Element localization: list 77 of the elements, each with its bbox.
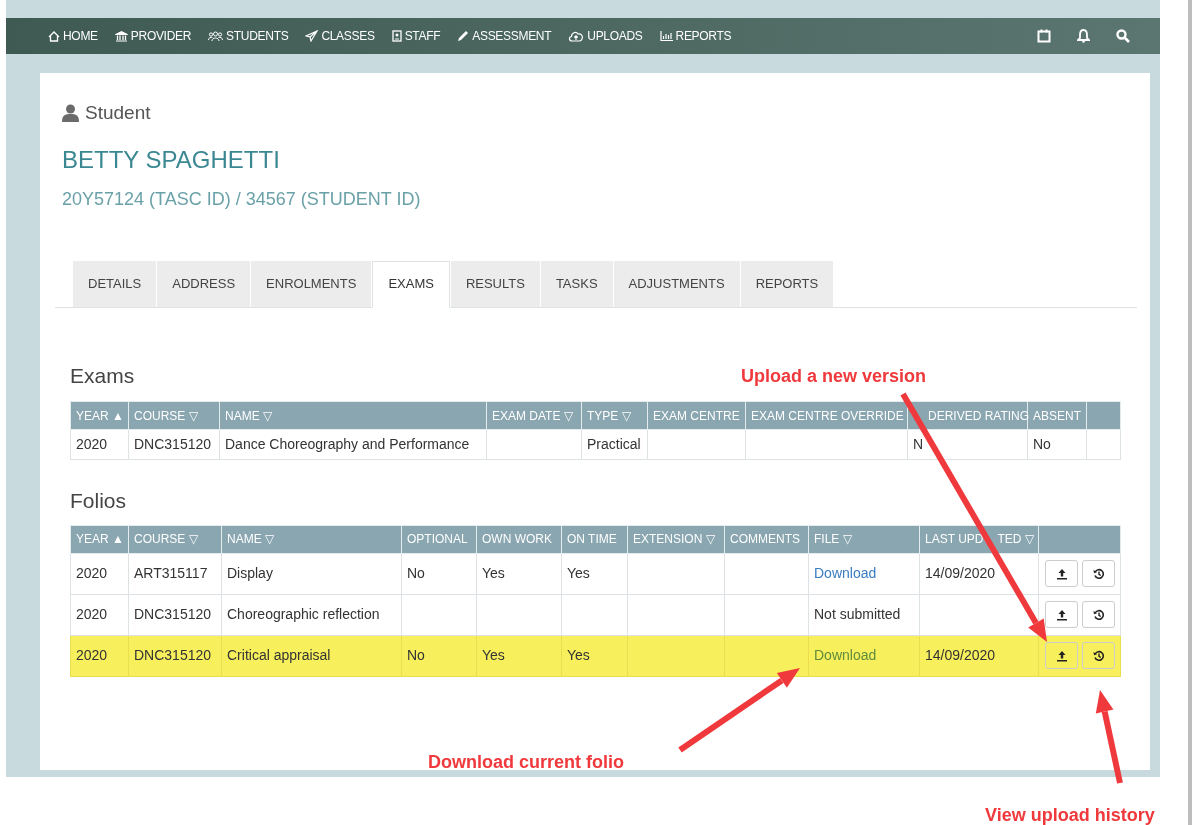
table-cell: Yes (561, 635, 628, 676)
upload-icon (1055, 567, 1068, 580)
history-button[interactable] (1082, 601, 1115, 628)
table-cell: Yes (561, 553, 628, 594)
house-icon (48, 30, 60, 42)
upload-button[interactable] (1045, 601, 1078, 628)
tab[interactable]: ENROLMENTS (251, 260, 372, 307)
table-cell: Display (221, 553, 402, 594)
bank-icon (114, 30, 128, 42)
table-cell: Critical appraisal (221, 635, 402, 676)
table-cell: Choreographic reflection (221, 594, 402, 635)
table-cell: No (1027, 429, 1087, 460)
cloud-upload-icon (568, 30, 585, 42)
upload-icon (1055, 649, 1068, 662)
history-icon (1092, 567, 1105, 580)
tab[interactable]: RESULTS (450, 260, 540, 307)
column-header[interactable]: NAME ▽ (225, 406, 272, 425)
table-cell: 2020 (70, 594, 129, 635)
upload-button[interactable] (1045, 560, 1078, 587)
table-cell: Practical (581, 429, 648, 460)
nav-link[interactable]: ASSESSMENT (457, 27, 552, 45)
table-cell: Not submitted (808, 594, 920, 635)
table-row[interactable]: 2020 DNC315120 Choreographic reflection Not submitted (70, 594, 1121, 635)
search-icon[interactable] (1116, 29, 1130, 43)
nav-link[interactable]: UPLOADS (568, 27, 643, 45)
page-heading: Student (85, 101, 151, 125)
tab[interactable]: DETAILS (73, 260, 157, 307)
nav-link[interactable]: STAFF (391, 27, 441, 45)
tab[interactable]: ADJUSTMENTS (613, 260, 740, 307)
pencil-icon (457, 30, 470, 42)
upload-button[interactable] (1045, 642, 1078, 669)
nav-link[interactable]: CLASSES (305, 27, 375, 45)
bell-icon[interactable] (1077, 29, 1090, 43)
table-cell: Dance Choreography and Performance (219, 429, 487, 460)
history-icon (1092, 649, 1105, 662)
upload-icon (1055, 608, 1068, 621)
column-header[interactable]: LAST UPD (925, 530, 984, 548)
table-cell: DNC315120 (128, 429, 220, 460)
table-cell: 14/09/2020 (919, 635, 1039, 676)
history-button[interactable] (1082, 642, 1115, 669)
tab[interactable]: ADDRESS (157, 260, 251, 307)
history-icon (1092, 608, 1105, 621)
tab[interactable]: TASKS (540, 260, 613, 307)
nav-link[interactable]: STUDENTS (208, 27, 289, 45)
nav-link[interactable]: PROVIDER (114, 27, 192, 45)
history-button[interactable] (1082, 560, 1115, 587)
id-badge-icon (391, 30, 402, 42)
table-row[interactable]: 2020 DNC315120 Critical appraisal No Yes Yes Download 14/09/2020 (70, 635, 1121, 676)
table-cell: DNC315120 (128, 594, 222, 635)
table-cell: No (401, 553, 477, 594)
table-row[interactable]: 2020 ART315117 Display No Yes Yes Download 14/09/2020 (70, 553, 1121, 594)
nav-link[interactable]: HOME (48, 27, 98, 45)
table-cell: No (401, 635, 477, 676)
paper-plane-icon (305, 30, 319, 42)
column-header[interactable]: TED ▽ (997, 530, 1034, 548)
student-name: BETTY SPAGHETTI (62, 147, 281, 172)
column-header[interactable]: NAME ▽ (227, 530, 274, 548)
table-cell: 2020 (70, 429, 129, 460)
table-cell: 2020 (70, 635, 129, 676)
person-icon (62, 104, 79, 123)
annotation-label: Download current folio (428, 751, 624, 774)
table-cell: ART315117 (128, 553, 222, 594)
group-icon (208, 30, 224, 42)
table-cell: Yes (476, 553, 562, 594)
tab[interactable]: EXAMS (372, 260, 450, 308)
annotation-label: Upload a new version (741, 365, 927, 388)
tab[interactable]: REPORTS (740, 260, 834, 307)
section-title: Folios (70, 488, 127, 514)
table-cell: Yes (476, 635, 562, 676)
bar-chart-icon (659, 31, 673, 41)
calendar-icon[interactable] (1037, 29, 1051, 43)
nav-link[interactable]: REPORTS (659, 27, 732, 45)
table-cell: 2020 (70, 553, 129, 594)
student-ids: 20Y57124 (TASC ID) / 34567 (STUDENT ID) (62, 189, 422, 208)
section-title: Exams (70, 362, 135, 389)
table-cell: DNC315120 (128, 635, 222, 676)
annotation-label: View upload history (985, 804, 1155, 825)
